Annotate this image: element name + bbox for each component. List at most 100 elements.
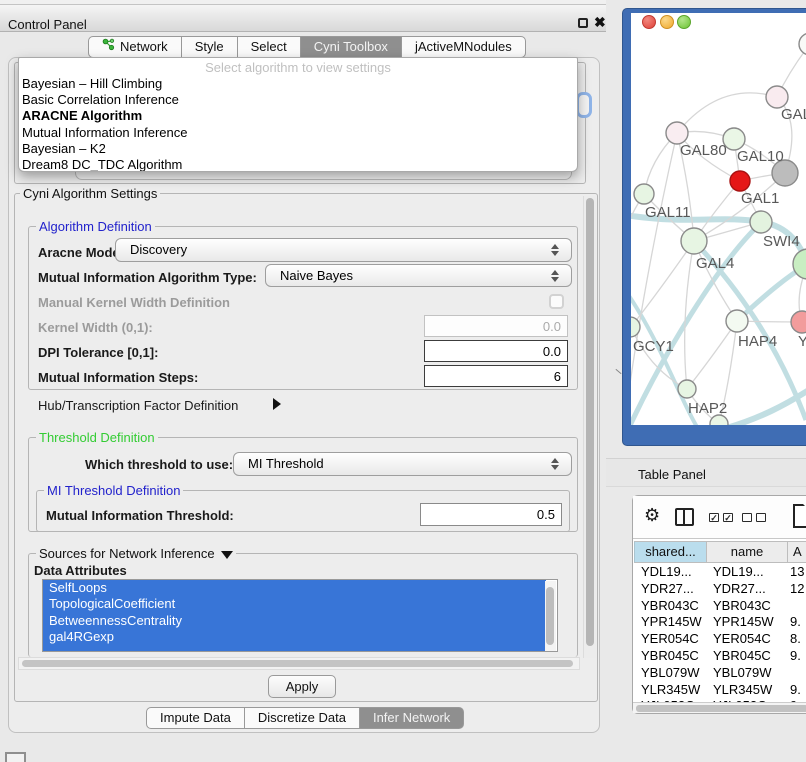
network-node-swi4[interactable] xyxy=(750,211,772,233)
sources-title[interactable]: Sources for Network Inference xyxy=(36,546,236,561)
table-window: ⚙ ✓ ✓ shared... name A YDL19...YDL19...1… xyxy=(632,495,806,714)
node-label: GAL7 xyxy=(781,106,806,123)
column-header-shared-name[interactable]: shared... xyxy=(634,541,707,563)
algorithm-dropdown-placeholder: Select algorithm to view settings xyxy=(19,58,577,76)
table-cell: YER054C xyxy=(713,631,788,648)
tab-discretize-data[interactable]: Discretize Data xyxy=(244,707,360,729)
tab-impute-data[interactable]: Impute Data xyxy=(146,707,245,729)
partial-icon[interactable] xyxy=(5,752,26,762)
kernel-width-label: Kernel Width (0,1): xyxy=(38,320,153,335)
column-header-name[interactable]: name xyxy=(707,541,788,563)
algorithm-option[interactable]: Mutual Information Inference xyxy=(19,125,577,141)
network-graph: GAL7GAL80GAL10GAL1GAL11SWI4GAL4HAP4YGCY1… xyxy=(631,13,806,425)
node-label: Y xyxy=(798,333,806,350)
tab-infer-network[interactable]: Infer Network xyxy=(359,707,464,729)
gear-icon[interactable]: ⚙ xyxy=(644,505,660,526)
network-node-gal7[interactable] xyxy=(766,86,788,108)
algorithm-option[interactable]: Dream8 DC_TDC Algorithm xyxy=(19,157,577,172)
network-canvas[interactable]: GAL7GAL80GAL10GAL1GAL11SWI4GAL4HAP4YGCY1… xyxy=(631,13,806,425)
expand-arrow-icon[interactable] xyxy=(273,398,281,410)
algorithm-definition-title: Algorithm Definition xyxy=(36,219,155,234)
manual-kernel-label: Manual Kernel Width Definition xyxy=(38,295,230,310)
table-cell: 9. xyxy=(790,648,806,665)
table-row[interactable]: YER054CYER054C8. xyxy=(634,631,806,648)
settings-vertical-scrollbar[interactable] xyxy=(583,196,596,658)
table-cell: YLR345W xyxy=(713,682,788,699)
table-row[interactable]: YBR045CYBR045C9. xyxy=(634,648,806,665)
table-row[interactable]: YBL079WYBL079W xyxy=(634,665,806,682)
network-node-gcy1[interactable] xyxy=(631,317,640,337)
bottom-tabs: Impute DataDiscretize DataInfer Network xyxy=(146,707,464,729)
network-node-gal4[interactable] xyxy=(681,228,707,254)
table-row[interactable]: YDL19...YDL19...13 xyxy=(634,564,806,581)
apply-button[interactable]: Apply xyxy=(268,675,336,698)
tab-network[interactable]: Network xyxy=(88,36,182,58)
dpi-tolerance-label: DPI Tolerance [0,1]: xyxy=(38,345,158,360)
tab-style[interactable]: Style xyxy=(181,36,238,58)
network-node-gal80[interactable] xyxy=(666,122,688,144)
aracne-mode-value: Discovery xyxy=(130,242,187,257)
column-header-clipped[interactable]: A xyxy=(788,541,806,563)
attribute-item[interactable]: TopologicalCoefficient xyxy=(43,596,546,612)
node-label: GAL80 xyxy=(680,142,727,159)
table-cell: YDL19... xyxy=(641,564,711,581)
network-node-hap4[interactable] xyxy=(726,310,748,332)
network-node-gal1[interactable] xyxy=(730,171,750,191)
mi-threshold-input[interactable] xyxy=(420,503,562,526)
mi-type-label: Mutual Information Algorithm Type: xyxy=(38,270,257,285)
aracne-mode-combo[interactable]: Discovery xyxy=(115,238,572,262)
data-attributes-list[interactable]: SelfLoopsTopologicalCoefficientBetweenne… xyxy=(42,579,558,652)
node-label: HAP4 xyxy=(738,333,777,350)
kernel-width-input[interactable] xyxy=(424,315,568,337)
network-node-y[interactable] xyxy=(791,311,806,333)
settings-horizontal-scrollbar[interactable] xyxy=(18,657,580,670)
attribute-item[interactable]: SelfLoops xyxy=(43,580,546,596)
algorithm-option[interactable]: Basic Correlation Inference xyxy=(19,92,577,108)
algorithm-dropdown-list[interactable]: Select algorithm to view settings Bayesi… xyxy=(18,57,578,172)
spinner-arrows-icon xyxy=(551,244,559,256)
tab-jactivemnodules[interactable]: jActiveMNodules xyxy=(401,36,526,58)
tab-label: jActiveMNodules xyxy=(415,37,512,57)
table-row[interactable]: YLR345WYLR345W9. xyxy=(634,682,806,699)
select-all-icon[interactable]: ✓ xyxy=(709,513,719,522)
table-panel-title: Table Panel xyxy=(638,467,706,482)
network-node[interactable] xyxy=(799,33,806,55)
aracne-mode-label: Aracne Mode: xyxy=(38,245,124,260)
table-cell: YBL079W xyxy=(641,665,711,682)
algorithm-option[interactable]: Bayesian – Hill Climbing xyxy=(19,76,577,92)
attribute-item[interactable]: BetweennessCentrality xyxy=(43,613,546,629)
screen: Control Panel ✖ NetworkStyleSelectCyni T… xyxy=(0,0,806,762)
manual-kernel-checkbox[interactable] xyxy=(549,294,564,309)
select-all-icon[interactable]: ✓ xyxy=(723,513,733,522)
table-row[interactable]: YPR145WYPR145W9. xyxy=(634,614,806,631)
close-icon[interactable]: ✖ xyxy=(594,14,606,31)
hub-definition-label[interactable]: Hub/Transcription Factor Definition xyxy=(38,398,238,413)
list-scrollbar[interactable] xyxy=(545,581,556,652)
table-row[interactable]: YBR043CYBR043C xyxy=(634,598,806,615)
tab-select[interactable]: Select xyxy=(237,36,301,58)
table-cell: YBR043C xyxy=(641,598,711,615)
network-node-hap2[interactable] xyxy=(678,380,696,398)
algorithm-option[interactable]: Bayesian – K2 xyxy=(19,141,577,157)
new-table-icon[interactable] xyxy=(793,504,806,528)
resize-grip-icon[interactable] xyxy=(615,369,621,374)
attribute-item[interactable]: gal4RGexp xyxy=(43,629,546,645)
table-cell: 12 xyxy=(790,581,806,598)
table-horizontal-scrollbar[interactable] xyxy=(633,702,806,713)
deselect-all-icon[interactable] xyxy=(742,513,752,522)
mi-type-combo[interactable]: Naive Bayes xyxy=(265,264,572,287)
table-cell: YLR345W xyxy=(641,682,711,699)
split-pane-icon[interactable] xyxy=(675,508,694,526)
algorithm-option[interactable]: ARACNE Algorithm xyxy=(19,108,577,124)
mi-threshold-label: Mutual Information Threshold: xyxy=(46,508,234,523)
control-panel-title: Control Panel xyxy=(8,17,87,32)
mi-steps-input[interactable] xyxy=(424,365,568,387)
mi-threshold-group-title: MI Threshold Definition xyxy=(44,483,183,498)
dpi-tolerance-input[interactable] xyxy=(424,340,568,362)
which-threshold-combo[interactable]: MI Threshold xyxy=(233,452,572,476)
network-node-gal11[interactable] xyxy=(634,184,654,204)
float-window-icon[interactable] xyxy=(578,18,588,28)
tab-cyni-toolbox[interactable]: Cyni Toolbox xyxy=(300,36,402,58)
deselect-all-icon[interactable] xyxy=(756,513,766,522)
table-row[interactable]: YDR27...YDR27...12 xyxy=(634,581,806,598)
